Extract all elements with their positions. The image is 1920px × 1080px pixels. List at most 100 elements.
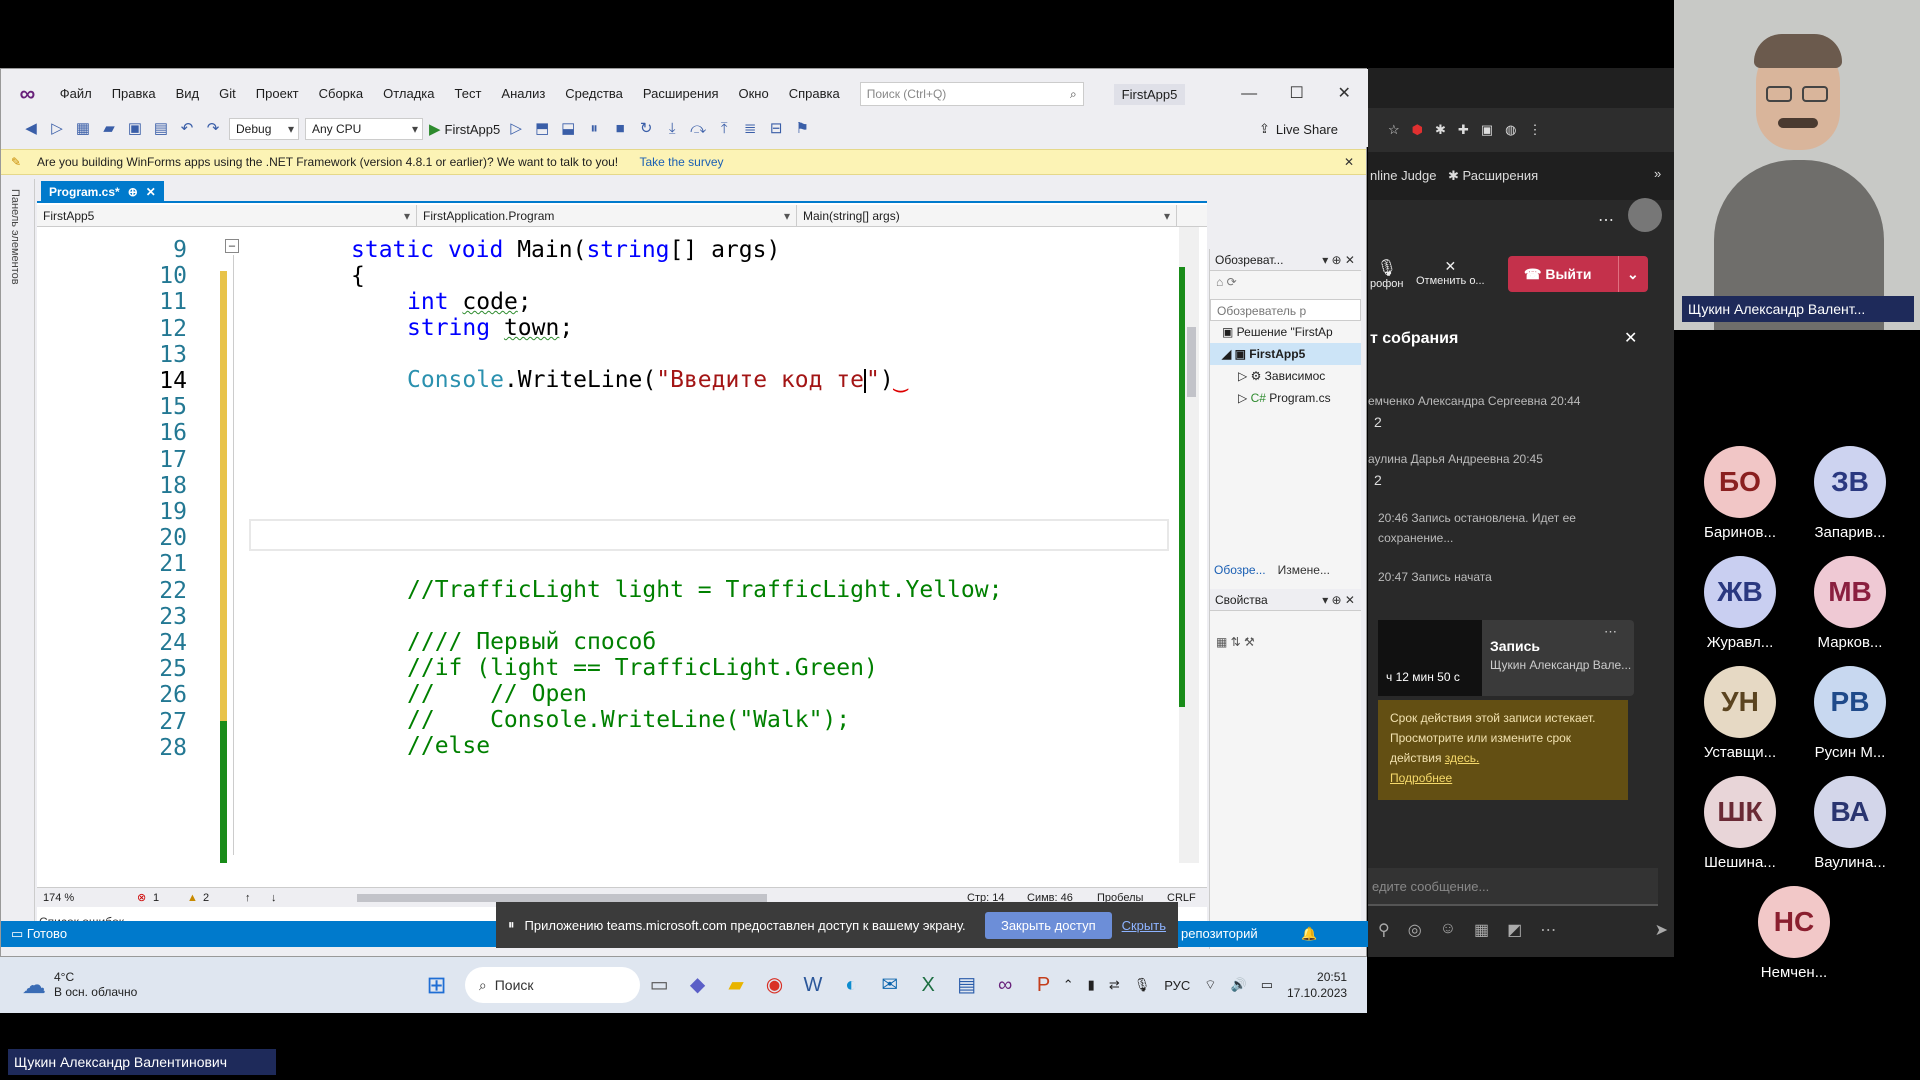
pause-icon[interactable]: ⏸ [584, 119, 604, 139]
emoji-icon[interactable]: ☺ [1440, 920, 1456, 944]
participant-avatar[interactable]: ВА [1814, 776, 1886, 848]
comment-icon[interactable]: ⊟ [766, 119, 786, 139]
loop-icon[interactable]: ◎ [1408, 920, 1422, 944]
participant-avatar[interactable]: ЗВ [1814, 446, 1886, 518]
more-icon[interactable]: ⋮ [1528, 122, 1541, 138]
star-icon[interactable]: ☆ [1388, 122, 1400, 138]
live-share-button[interactable]: ⇪ Live Share [1259, 121, 1338, 137]
participant-avatar[interactable]: БО [1704, 446, 1776, 518]
browser-link-icon[interactable]: ⬓ [558, 119, 578, 139]
close-icon[interactable]: ✕ [1344, 150, 1354, 174]
tab-program-cs[interactable]: Program.cs* ⊕ ✕ [41, 181, 164, 203]
forward-icon[interactable]: ▷ [47, 119, 67, 139]
notepad-icon[interactable]: ▤ [947, 965, 985, 1005]
step-out-icon[interactable]: ⤒ [714, 119, 734, 139]
restart-icon[interactable]: ↻ [636, 119, 656, 139]
participant-avatar[interactable]: УН [1704, 666, 1776, 738]
pin-icon[interactable]: ⊕ [128, 181, 138, 203]
attach-icon[interactable]: ⚲ [1378, 920, 1390, 944]
horizontal-scrollbar[interactable] [357, 894, 767, 902]
error-count[interactable]: 1 [153, 888, 159, 908]
code-area[interactable]: − 9 10 11 12 13 14 15 16 17 18 19 20 21 22 23 24 25 26 27 2… [37, 227, 1177, 863]
step-over-icon[interactable]: ⤼ [688, 119, 708, 139]
repository-button[interactable]: репозиторий [1181, 921, 1258, 947]
hide-banner-link[interactable]: Скрыть [1122, 918, 1166, 933]
recording-card[interactable]: ч 12 мин 50 с Запись Щукин Александр Вал… [1378, 620, 1634, 696]
visual-studio-icon[interactable]: ∞ [986, 965, 1024, 1005]
powerpoint-icon[interactable]: P [1024, 965, 1062, 1005]
tree-program-cs[interactable]: ▷ C# Program.cs [1210, 387, 1361, 409]
start-without-debug-icon[interactable]: ▷ [506, 119, 526, 139]
file-explorer-icon[interactable]: ▰ [717, 965, 755, 1005]
profile-icon[interactable]: ◍ [1505, 122, 1516, 138]
config-dropdown[interactable]: Debug [229, 118, 299, 140]
tree-project[interactable]: ◢ ▣ FirstApp5 [1210, 343, 1361, 365]
member-dropdown[interactable]: Main(string[] args) [797, 205, 1177, 227]
back-icon[interactable]: ◀ [21, 119, 41, 139]
solution-search-input[interactable]: Обозреватель р [1210, 299, 1361, 321]
leave-button[interactable]: ☎ Выйти ⌄ [1508, 256, 1648, 292]
participant-avatar[interactable]: НС [1758, 886, 1830, 958]
more-icon[interactable]: ⋯ [1540, 920, 1556, 944]
save-all-icon[interactable]: ▤ [151, 119, 171, 139]
zoom-dropdown[interactable]: 174 % [43, 888, 74, 908]
project-dropdown[interactable]: FirstApp5 [37, 205, 417, 227]
taskbar-search[interactable]: ⌕ Поиск [464, 967, 640, 1003]
take-survey-link[interactable]: Take the survey [639, 155, 723, 169]
participant-avatar[interactable]: МВ [1814, 556, 1886, 628]
sticker-icon[interactable]: ◩ [1507, 920, 1522, 944]
meet-now-icon[interactable]: ▮ [1088, 977, 1095, 993]
attach-icon[interactable]: ⬒ [532, 119, 552, 139]
teams-icon[interactable]: ◆ [678, 965, 716, 1005]
weather-widget[interactable]: ☁ 4°C В осн. облачно [0, 970, 148, 1000]
battery-icon[interactable]: ▭ [1261, 977, 1273, 993]
chevron-down-icon[interactable]: ⌄ [1618, 256, 1639, 292]
close-icon[interactable]: ✕ [146, 181, 156, 203]
format-icon[interactable]: ≣ [740, 119, 760, 139]
open-folder-icon[interactable]: ▰ [99, 119, 119, 139]
warning-link[interactable]: здесь. [1445, 751, 1480, 765]
tab-git-changes[interactable]: Измене... [1278, 559, 1330, 581]
bookmark-icon[interactable]: ⚑ [792, 119, 812, 139]
tab-solution-explorer[interactable]: Обозре... [1214, 559, 1266, 581]
close-icon[interactable]: ▾ ⊕ ✕ [1322, 589, 1355, 611]
class-dropdown[interactable]: FirstApplication.Program [417, 205, 797, 227]
chevron-up-icon[interactable]: ⌃ [1063, 977, 1074, 993]
send-icon[interactable]: ➤ [1655, 920, 1668, 944]
close-icon[interactable]: ✕ [1624, 328, 1637, 348]
volume-icon[interactable]: 🔊 [1231, 977, 1247, 993]
word-icon[interactable]: W [794, 965, 832, 1005]
mic-button[interactable]: 🎙 рофон [1370, 258, 1403, 290]
windows-start-icon[interactable]: ⊞ [418, 971, 455, 1000]
more-options-icon[interactable]: ⋯ [1598, 210, 1614, 230]
participant-avatar[interactable]: РВ [1814, 666, 1886, 738]
user-avatar[interactable] [1628, 198, 1662, 232]
undo-icon[interactable]: ↶ [177, 119, 197, 139]
prev-issue-icon[interactable]: ↑ [245, 888, 251, 908]
notifications-icon[interactable]: 🔔 [1301, 921, 1317, 947]
scroll-thumb[interactable] [1187, 327, 1196, 397]
adblock-icon[interactable]: ⬢ [1412, 122, 1423, 138]
language-indicator[interactable]: РУС [1164, 978, 1190, 993]
puzzle-icon[interactable]: ✚ [1458, 122, 1469, 138]
network-icon[interactable]: ⇄ [1109, 977, 1120, 993]
tree-solution[interactable]: ▣ Решение "FirstAp [1210, 321, 1361, 343]
bookmark-extensions[interactable]: ✱ Расширения [1448, 168, 1538, 184]
start-debugging-button[interactable]: ▶ FirstApp5 [429, 120, 500, 138]
redo-icon[interactable]: ↷ [203, 119, 223, 139]
message-input[interactable]: едите сообщение... [1368, 868, 1658, 906]
collapse-icon[interactable]: − [225, 239, 239, 253]
mail-icon[interactable]: ✉ [871, 965, 909, 1005]
sidebar-icon[interactable]: ▣ [1481, 122, 1493, 138]
vertical-scrollbar[interactable] [1179, 227, 1199, 863]
participant-avatar[interactable]: ЖВ [1704, 556, 1776, 628]
wifi-icon[interactable]: ⌔ [1204, 977, 1216, 993]
platform-dropdown[interactable]: Any CPU [305, 118, 423, 140]
step-into-icon[interactable]: ⤓ [662, 119, 682, 139]
cancel-button[interactable]: ✕ Отменить о... [1416, 258, 1485, 287]
edge-icon[interactable]: ◐ [832, 965, 870, 1005]
extension-icon[interactable]: ✱ [1435, 122, 1446, 138]
stop-sharing-button[interactable]: Закрыть доступ [984, 911, 1112, 939]
next-issue-icon[interactable]: ↓ [271, 888, 277, 908]
task-view-icon[interactable]: ▭ [640, 965, 678, 1005]
